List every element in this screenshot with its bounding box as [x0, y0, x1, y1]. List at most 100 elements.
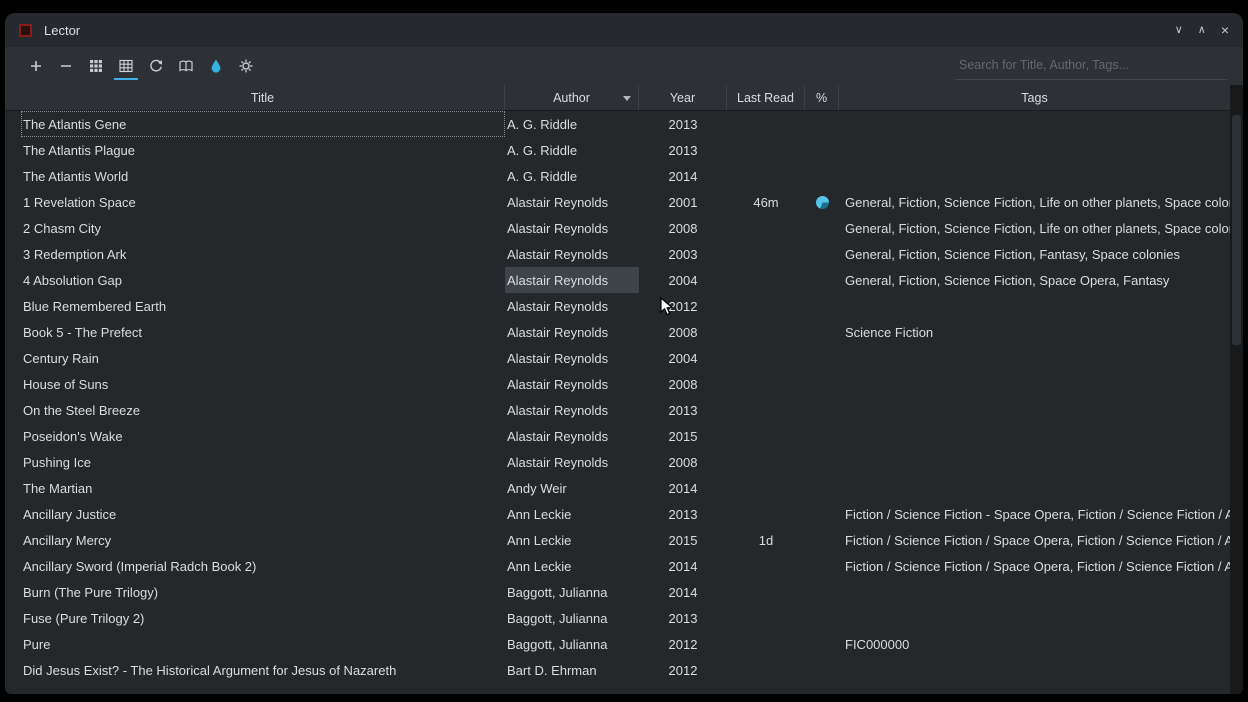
cell-author[interactable]: Baggott, Julianna [505, 579, 639, 605]
cell-progress[interactable] [805, 371, 839, 397]
table-row[interactable]: Fuse (Pure Trilogy 2) Baggott, Julianna … [5, 605, 1230, 631]
cell-author[interactable]: Alastair Reynolds [505, 215, 639, 241]
cell-progress[interactable] [805, 657, 839, 683]
column-header-percent[interactable]: % [805, 85, 839, 110]
cell-tags[interactable]: FIC000000 [839, 631, 1230, 657]
vertical-scrollbar[interactable] [1230, 85, 1243, 694]
cell-year[interactable]: 2013 [639, 397, 727, 423]
cell-author[interactable]: Alastair Reynolds [505, 449, 639, 475]
cell-author[interactable]: Alastair Reynolds [505, 345, 639, 371]
cell-author[interactable]: Alastair Reynolds [505, 319, 639, 345]
cell-title[interactable]: Burn (The Pure Trilogy) [21, 579, 505, 605]
cell-year[interactable]: 2008 [639, 449, 727, 475]
cell-tags[interactable] [839, 397, 1230, 423]
cell-author[interactable]: A. G. Riddle [505, 111, 639, 137]
cell-year[interactable]: 2001 [639, 189, 727, 215]
cell-tags[interactable]: Fiction / Science Fiction / Space Opera,… [839, 527, 1230, 553]
cell-last-read[interactable] [727, 423, 805, 449]
cell-title[interactable]: Pushing Ice [21, 449, 505, 475]
cover-view-button[interactable] [81, 51, 111, 81]
cell-tags[interactable]: General, Fiction, Science Fiction, Fanta… [839, 241, 1230, 267]
search-input[interactable] [959, 58, 1223, 72]
cell-title[interactable]: The Atlantis World [21, 163, 505, 189]
cell-tags[interactable]: General, Fiction, Science Fiction, Space… [839, 267, 1230, 293]
table-row[interactable]: Century Rain Alastair Reynolds 2004 [5, 345, 1230, 371]
add-book-button[interactable] [21, 51, 51, 81]
table-row[interactable]: The Martian Andy Weir 2014 [5, 475, 1230, 501]
cell-year[interactable]: 2013 [639, 111, 727, 137]
cell-title[interactable]: Ancillary Mercy [21, 527, 505, 553]
cell-last-read[interactable]: 46m [727, 189, 805, 215]
cell-tags[interactable]: General, Fiction, Science Fiction, Life … [839, 189, 1230, 215]
distraction-free-button[interactable] [201, 51, 231, 81]
cell-author[interactable]: Alastair Reynolds [505, 189, 639, 215]
cell-progress[interactable] [805, 137, 839, 163]
cell-tags[interactable] [839, 163, 1230, 189]
cell-author[interactable]: Ann Leckie [505, 501, 639, 527]
cell-progress[interactable] [805, 631, 839, 657]
cell-title[interactable]: Poseidon's Wake [21, 423, 505, 449]
cell-author[interactable]: A. G. Riddle [505, 163, 639, 189]
table-row[interactable]: Did Jesus Exist? - The Historical Argume… [5, 657, 1230, 683]
table-row[interactable]: Ancillary Sword (Imperial Radch Book 2) … [5, 553, 1230, 579]
table-row[interactable]: Ancillary Justice Ann Leckie 2013 Fictio… [5, 501, 1230, 527]
cell-last-read[interactable] [727, 345, 805, 371]
table-row[interactable]: Book 5 - The Prefect Alastair Reynolds 2… [5, 319, 1230, 345]
cell-progress[interactable] [805, 319, 839, 345]
cell-title[interactable]: On the Steel Breeze [21, 397, 505, 423]
cell-title[interactable]: Did Jesus Exist? - The Historical Argume… [21, 657, 505, 683]
cell-last-read[interactable] [727, 215, 805, 241]
cell-progress[interactable] [805, 345, 839, 371]
library-button[interactable] [171, 51, 201, 81]
cell-title[interactable]: Book 5 - The Prefect [21, 319, 505, 345]
cell-progress[interactable] [805, 293, 839, 319]
cell-progress[interactable] [805, 605, 839, 631]
maximize-button[interactable]: ∧ [1198, 25, 1206, 36]
table-row[interactable]: House of Suns Alastair Reynolds 2008 [5, 371, 1230, 397]
cell-last-read[interactable] [727, 397, 805, 423]
cell-tags[interactable] [839, 137, 1230, 163]
cell-year[interactable]: 2014 [639, 579, 727, 605]
cell-author[interactable]: Ann Leckie [505, 553, 639, 579]
cell-progress[interactable] [805, 163, 839, 189]
cell-year[interactable]: 2013 [639, 501, 727, 527]
table-row[interactable]: On the Steel Breeze Alastair Reynolds 20… [5, 397, 1230, 423]
table-row[interactable]: The Atlantis World A. G. Riddle 2014 [5, 163, 1230, 189]
cell-author[interactable]: Baggott, Julianna [505, 631, 639, 657]
cell-year[interactable]: 2014 [639, 475, 727, 501]
cell-title[interactable]: Pure [21, 631, 505, 657]
cell-year[interactable]: 2008 [639, 215, 727, 241]
cell-last-read[interactable] [727, 475, 805, 501]
cell-year[interactable]: 2004 [639, 267, 727, 293]
cell-author[interactable]: A. G. Riddle [505, 137, 639, 163]
column-header-last-read[interactable]: Last Read [727, 85, 805, 110]
cell-year[interactable]: 2014 [639, 163, 727, 189]
cell-last-read[interactable] [727, 111, 805, 137]
cell-title[interactable]: 3 Redemption Ark [21, 241, 505, 267]
cell-progress[interactable] [805, 527, 839, 553]
cell-author[interactable]: Alastair Reynolds [505, 371, 639, 397]
cell-year[interactable]: 2012 [639, 657, 727, 683]
cell-last-read[interactable] [727, 605, 805, 631]
cell-title[interactable]: The Martian [21, 475, 505, 501]
cell-last-read[interactable] [727, 631, 805, 657]
cell-tags[interactable] [839, 371, 1230, 397]
cell-title[interactable]: 4 Absolution Gap [21, 267, 505, 293]
app-icon[interactable] [19, 24, 32, 37]
cell-year[interactable]: 2004 [639, 345, 727, 371]
cell-progress[interactable] [805, 475, 839, 501]
cell-tags[interactable]: General, Fiction, Science Fiction, Life … [839, 215, 1230, 241]
table-row[interactable]: 2 Chasm City Alastair Reynolds 2008 Gene… [5, 215, 1230, 241]
cell-title[interactable]: House of Suns [21, 371, 505, 397]
cell-year[interactable]: 2014 [639, 553, 727, 579]
shade-button[interactable]: ∨ [1175, 25, 1183, 36]
cell-progress[interactable] [805, 553, 839, 579]
cell-tags[interactable] [839, 449, 1230, 475]
cell-title[interactable]: Ancillary Justice [21, 501, 505, 527]
table-row[interactable]: The Atlantis Plague A. G. Riddle 2013 [5, 137, 1230, 163]
cell-year[interactable]: 2013 [639, 605, 727, 631]
delete-book-button[interactable] [51, 51, 81, 81]
table-row[interactable]: 3 Redemption Ark Alastair Reynolds 2003 … [5, 241, 1230, 267]
cell-last-read[interactable] [727, 553, 805, 579]
cell-tags[interactable] [839, 423, 1230, 449]
